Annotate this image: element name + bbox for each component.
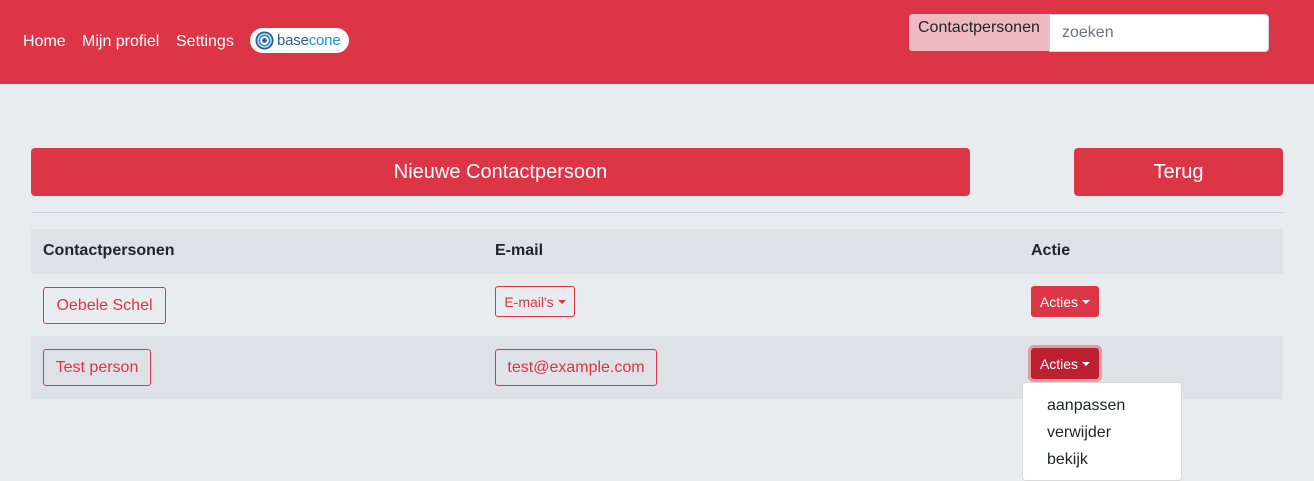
dropdown-item-view[interactable]: bekijk [1047,451,1088,469]
actions-dropdown-label: Acties [1039,355,1079,372]
column-header-email: E-mail [495,242,544,259]
table-header: Contactpersonen E-mail Actie [31,229,1283,274]
actions-dropdown-button[interactable]: Acties [1031,348,1099,379]
dropdown-item-edit[interactable]: aanpassen [1047,397,1125,415]
contact-name-button[interactable]: Test person [43,349,151,386]
basecone-logo[interactable]: basecone [250,28,349,53]
logo-wordmark: basecone [277,32,341,49]
email-address-button[interactable]: test@example.com [495,349,657,386]
actions-dropdown-button[interactable]: Acties [1031,286,1099,317]
back-button[interactable]: Terug [1074,148,1283,196]
nav-link-settings[interactable]: Settings [176,32,234,52]
emails-dropdown-button[interactable]: E-mail's [495,286,575,317]
actions-dropdown-label: Acties [1039,293,1079,310]
caret-down-icon [1082,361,1091,366]
actions-dropdown-menu: aanpassen verwijder bekijk [1022,382,1182,481]
search-scope-label: Contactpersonen [909,14,1049,51]
caret-down-icon [557,299,566,304]
search-input[interactable] [1049,14,1269,52]
navbar: Home Mijn profiel Settings basecone Cont… [0,0,1314,84]
contact-name-button[interactable]: Oebele Schel [43,287,166,324]
nav-link-home[interactable]: Home [23,32,66,52]
dropdown-item-delete[interactable]: verwijder [1047,424,1111,442]
table-row: Oebele Schel E-mail's Acties [31,274,1283,337]
basecone-swirl-icon [255,31,274,50]
column-header-contacts: Contactpersonen [43,242,175,259]
column-header-action: Actie [1031,242,1071,259]
caret-down-icon [1082,299,1091,304]
nav-link-profile[interactable]: Mijn profiel [82,32,159,52]
new-contact-button[interactable]: Nieuwe Contactpersoon [31,148,970,196]
emails-dropdown-label: E-mail's [504,293,554,310]
divider [31,212,1283,213]
